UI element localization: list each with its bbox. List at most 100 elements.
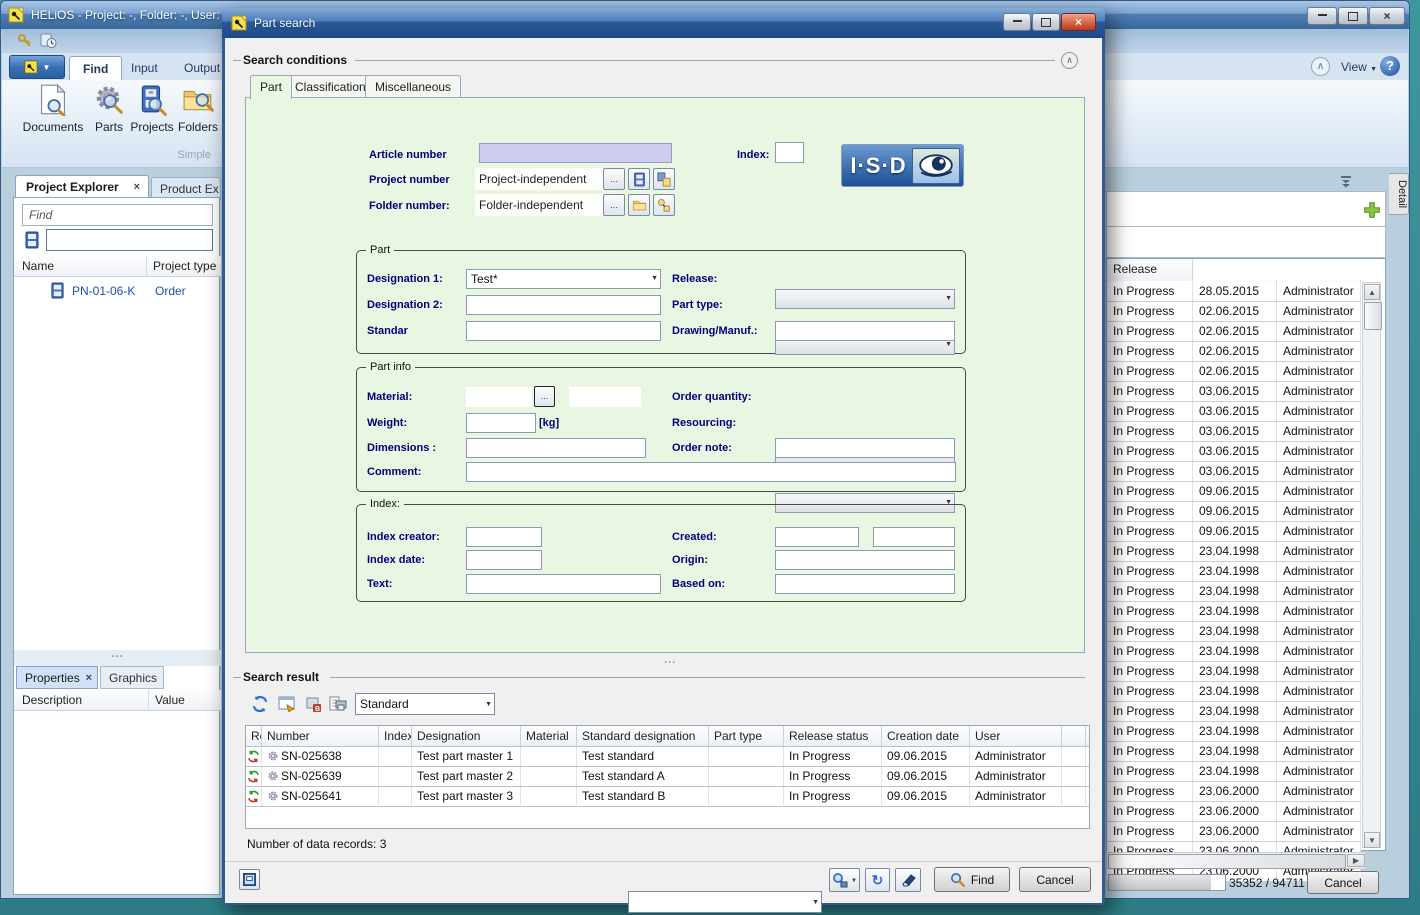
save-search-button[interactable]: ▼ bbox=[829, 868, 860, 892]
ribbon-button-parts[interactable]: Parts bbox=[89, 84, 129, 150]
find-button[interactable]: Find bbox=[934, 867, 1010, 892]
property-column-value[interactable]: Value bbox=[149, 690, 221, 711]
result-row[interactable]: SN-025641Test part master 3Test standard… bbox=[246, 787, 1089, 807]
dialog-minimize-button[interactable] bbox=[1003, 13, 1031, 31]
detail-row[interactable]: In Progress23.04.1998Administrator bbox=[1107, 682, 1361, 702]
text-input[interactable] bbox=[466, 574, 661, 594]
detail-row[interactable]: In Progress23.04.1998Administrator bbox=[1107, 602, 1361, 622]
add-plus-icon[interactable] bbox=[1363, 201, 1381, 219]
close-tab-icon[interactable]: × bbox=[134, 176, 140, 199]
explorer-find-input[interactable]: Find bbox=[22, 204, 213, 226]
export-table-icon[interactable] bbox=[278, 696, 297, 712]
view-menu-button[interactable]: View ▼ bbox=[1341, 60, 1377, 74]
dimensions-input[interactable] bbox=[466, 438, 646, 458]
article-number-input[interactable] bbox=[479, 143, 672, 163]
standard-input[interactable] bbox=[466, 321, 661, 341]
scroll-up-button[interactable]: ▲ bbox=[1364, 284, 1380, 300]
detail-row[interactable]: In Progress23.04.1998Administrator bbox=[1107, 582, 1361, 602]
result-column-header[interactable]: Designation bbox=[412, 726, 521, 746]
dialog-splitter[interactable]: ··· bbox=[650, 655, 690, 669]
clear-search-button[interactable] bbox=[895, 868, 921, 892]
detail-row[interactable]: In Progress03.06.2015Administrator bbox=[1107, 402, 1361, 422]
result-column-header[interactable]: Material bbox=[521, 726, 577, 746]
result-column-header[interactable] bbox=[1062, 726, 1086, 746]
maximize-button[interactable] bbox=[1338, 7, 1368, 25]
comment-input[interactable] bbox=[466, 462, 956, 482]
detail-row[interactable]: In Progress09.06.2015Administrator bbox=[1107, 482, 1361, 502]
tree-row[interactable]: PN-01-06-K Order bbox=[14, 280, 221, 302]
detail-vertical-scrollbar[interactable]: ▲ ▼ bbox=[1362, 282, 1381, 848]
detail-row[interactable]: In Progress02.06.2015Administrator bbox=[1107, 362, 1361, 382]
close-tab-icon[interactable]: × bbox=[86, 667, 92, 690]
tab-classification[interactable]: Classification bbox=[285, 75, 376, 98]
designation2-input[interactable] bbox=[466, 295, 661, 315]
detail-row[interactable]: In Progress23.04.1998Administrator bbox=[1107, 702, 1361, 722]
detail-row[interactable]: In Progress23.06.2000Administrator bbox=[1107, 782, 1361, 802]
detail-row[interactable]: In Progress23.04.1998Administrator bbox=[1107, 562, 1361, 582]
weight-input[interactable] bbox=[466, 413, 536, 433]
ribbon-button-documents[interactable]: Documents bbox=[23, 84, 83, 150]
project-browse-button[interactable]: ... bbox=[603, 168, 625, 190]
collapse-search-conditions-button[interactable]: ∧ bbox=[1061, 52, 1078, 69]
detail-row[interactable]: In Progress23.04.1998Administrator bbox=[1107, 622, 1361, 642]
detail-row[interactable]: In Progress03.06.2015Administrator bbox=[1107, 462, 1361, 482]
project-copy-button[interactable] bbox=[653, 168, 675, 190]
history-clock-icon[interactable] bbox=[40, 32, 57, 49]
origin-input[interactable] bbox=[775, 550, 955, 570]
detail-row[interactable]: In Progress23.06.2000Administrator bbox=[1107, 822, 1361, 842]
tab-part[interactable]: Part bbox=[250, 75, 292, 99]
panel-splitter[interactable]: ··· bbox=[14, 650, 221, 666]
tab-graphics[interactable]: Graphics × bbox=[100, 666, 164, 689]
close-button[interactable]: × bbox=[1369, 7, 1405, 25]
toggle-preview-button[interactable] bbox=[239, 869, 260, 890]
minimize-button[interactable] bbox=[1307, 7, 1337, 25]
project-number-value[interactable]: Project-independent bbox=[475, 168, 605, 190]
detail-row[interactable]: In Progress23.04.1998Administrator bbox=[1107, 542, 1361, 562]
help-button[interactable]: ? bbox=[1380, 56, 1400, 76]
detail-row[interactable]: In Progress03.06.2015Administrator bbox=[1107, 382, 1361, 402]
drawing-manuf-input[interactable] bbox=[775, 321, 955, 341]
result-column-header[interactable]: User bbox=[970, 726, 1062, 746]
folder-browse-button[interactable]: ... bbox=[603, 194, 625, 216]
detail-row[interactable]: In Progress03.06.2015Administrator bbox=[1107, 422, 1361, 442]
material-input-1[interactable] bbox=[466, 387, 532, 407]
project-cabinet-icon[interactable] bbox=[24, 231, 40, 249]
result-column-header[interactable]: Re bbox=[246, 726, 262, 746]
detail-row[interactable]: In Progress23.04.1998Administrator bbox=[1107, 762, 1361, 782]
property-column-description[interactable]: Description bbox=[14, 690, 149, 711]
result-column-header[interactable]: Standard designation bbox=[577, 726, 709, 746]
created-input-2[interactable] bbox=[873, 527, 955, 547]
application-menu-button[interactable]: ▼ bbox=[9, 55, 65, 79]
tab-project-explorer[interactable]: Project Explorer × bbox=[15, 175, 149, 198]
release-combo[interactable]: ▼ bbox=[775, 289, 955, 309]
based-on-input[interactable] bbox=[775, 574, 955, 594]
ribbon-collapse-button[interactable]: ∧ bbox=[1311, 57, 1330, 76]
detail-row[interactable]: In Progress28.05.2015Administrator bbox=[1107, 282, 1361, 302]
detail-row[interactable]: In Progress23.04.1998Administrator bbox=[1107, 742, 1361, 762]
scroll-right-button[interactable]: ▶ bbox=[1347, 854, 1365, 867]
saved-search-combo[interactable]: ▼ bbox=[628, 891, 822, 913]
detail-row[interactable]: In Progress09.06.2015Administrator bbox=[1107, 502, 1361, 522]
report-print-icon[interactable] bbox=[329, 695, 347, 713]
result-view-combo[interactable]: Standard ▼ bbox=[355, 693, 495, 715]
folder-select-button[interactable] bbox=[628, 194, 650, 216]
print-pdf-icon[interactable]: B bbox=[305, 696, 322, 713]
order-note-input[interactable] bbox=[775, 438, 955, 458]
tree-column-project-type[interactable]: Project type bbox=[147, 256, 221, 277]
dialog-titlebar[interactable]: Part search × bbox=[222, 8, 1105, 38]
ribbon-button-folders[interactable]: Folders bbox=[175, 84, 221, 150]
scrollbar-thumb[interactable] bbox=[1364, 302, 1382, 330]
tab-input[interactable]: Input bbox=[118, 56, 171, 80]
folder-link-button[interactable] bbox=[653, 194, 675, 216]
detail-column-release-status[interactable]: Release status bbox=[1107, 259, 1193, 281]
scroll-down-button[interactable]: ▼ bbox=[1364, 832, 1380, 848]
designation1-combo[interactable]: Test*▼ bbox=[466, 269, 661, 289]
detail-row[interactable]: In Progress23.06.2000Administrator bbox=[1107, 802, 1361, 822]
index-creator-input[interactable] bbox=[466, 527, 542, 547]
detail-row[interactable]: In Progress02.06.2015Administrator bbox=[1107, 342, 1361, 362]
result-column-header[interactable]: Number bbox=[262, 726, 379, 746]
detail-row[interactable]: In Progress23.04.1998Administrator bbox=[1107, 662, 1361, 682]
detail-row[interactable]: In Progress09.06.2015Administrator bbox=[1107, 522, 1361, 542]
dialog-cancel-button[interactable]: Cancel bbox=[1019, 867, 1091, 892]
detail-row[interactable]: In Progress02.06.2015Administrator bbox=[1107, 322, 1361, 342]
